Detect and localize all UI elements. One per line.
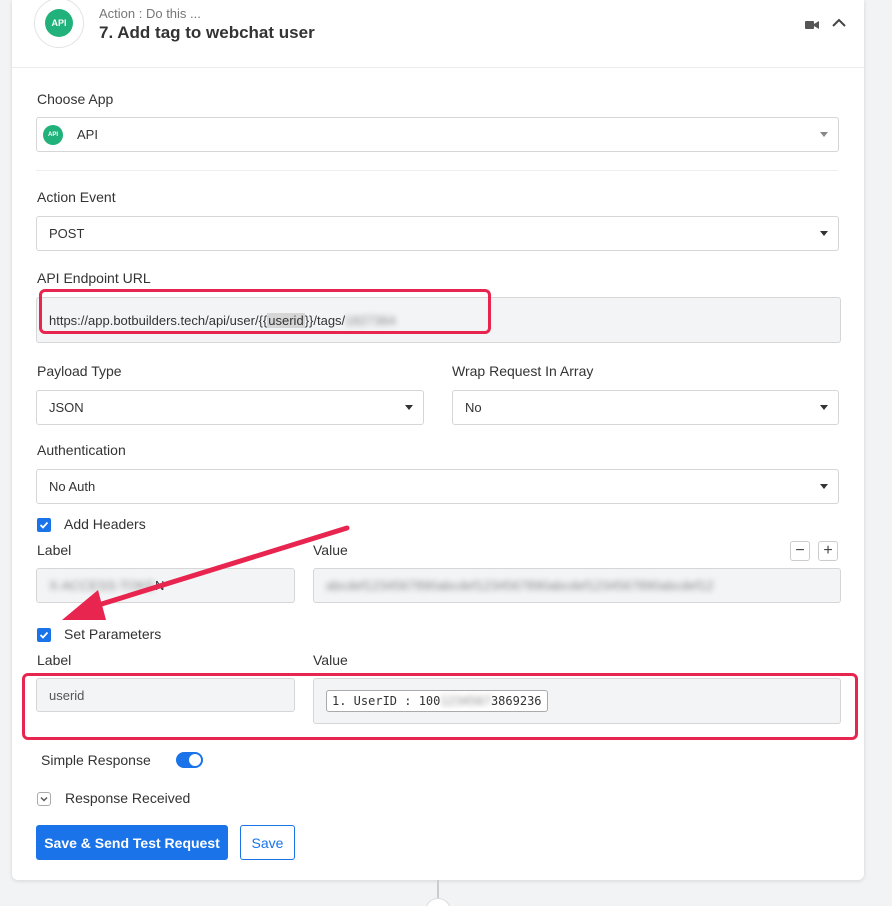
authentication-value: No Auth: [49, 479, 96, 494]
action-event-select[interactable]: POST: [36, 216, 839, 251]
endpoint-url-label: API Endpoint URL: [37, 270, 151, 286]
dropdown-caret-icon: [820, 231, 828, 236]
add-header-button[interactable]: +: [818, 541, 838, 561]
payload-type-select[interactable]: JSON: [36, 390, 424, 425]
action-event-value: POST: [49, 226, 85, 241]
action-event-label: Action Event: [37, 189, 116, 205]
parameter-value-column: Value: [313, 652, 348, 668]
dropdown-caret-icon: [405, 405, 413, 410]
endpoint-highlight-box: [39, 289, 491, 334]
authentication-select[interactable]: No Auth: [36, 469, 839, 504]
add-headers-label: Add Headers: [64, 516, 146, 532]
checkmark-icon: [39, 521, 49, 529]
set-parameters-label: Set Parameters: [64, 626, 162, 642]
wrap-request-label: Wrap Request In Array: [452, 363, 594, 379]
wrap-request-select[interactable]: No: [452, 390, 839, 425]
authentication-label: Authentication: [37, 442, 126, 458]
payload-type-label: Payload Type: [37, 363, 122, 379]
save-send-test-button[interactable]: Save & Send Test Request: [36, 825, 228, 860]
dropdown-caret-icon: [820, 132, 828, 137]
header-label-redacted: X-ACCESS-TOKE: [49, 578, 155, 593]
save-button[interactable]: Save: [240, 825, 295, 860]
header-value-redacted: abcdef1234567890abcdef1234567890abcdef12…: [326, 578, 714, 593]
header-value-input[interactable]: abcdef1234567890abcdef1234567890abcdef12…: [313, 568, 841, 603]
api-logo-icon: API: [45, 9, 73, 37]
response-received-toggle[interactable]: [37, 792, 51, 806]
add-headers-checkbox[interactable]: [37, 518, 51, 532]
api-app-icon: API: [43, 124, 63, 145]
dropdown-caret-icon: [820, 484, 828, 489]
toggle-knob: [189, 754, 201, 766]
action-step-card: API Action : Do this ... 7. Add tag to w…: [12, 0, 864, 880]
simple-response-label: Simple Response: [41, 752, 151, 768]
section-divider: [36, 170, 838, 171]
wrap-request-value: No: [465, 400, 482, 415]
step-header[interactable]: API Action : Do this ... 7. Add tag to w…: [12, 0, 864, 68]
parameters-highlight-box: [22, 673, 858, 740]
simple-response-toggle[interactable]: [176, 752, 203, 768]
header-label-column: Label: [37, 542, 72, 558]
header-value-column: Value: [313, 542, 348, 558]
choose-app-select[interactable]: API API: [36, 117, 839, 152]
response-received-label: Response Received: [65, 790, 191, 806]
chevron-up-icon[interactable]: [830, 14, 848, 32]
chevron-down-icon: [40, 797, 48, 802]
video-camera-icon[interactable]: [805, 19, 819, 31]
dropdown-caret-icon: [820, 405, 828, 410]
step-title: 7. Add tag to webchat user: [99, 23, 315, 42]
add-step-node[interactable]: [425, 898, 451, 906]
payload-type-value: JSON: [49, 400, 84, 415]
step-subtitle: Action : Do this ...: [99, 6, 201, 21]
api-app-logo: API: [34, 0, 84, 48]
parameter-label-column: Label: [37, 652, 72, 668]
set-parameters-checkbox[interactable]: [37, 628, 51, 642]
header-label-input[interactable]: X-ACCESS-TOKE N: [36, 568, 295, 603]
remove-header-button[interactable]: −: [790, 541, 810, 561]
header-label-visible: N: [154, 578, 165, 593]
checkmark-icon: [39, 631, 49, 639]
choose-app-label: Choose App: [37, 91, 114, 107]
choose-app-value: API: [77, 127, 98, 142]
